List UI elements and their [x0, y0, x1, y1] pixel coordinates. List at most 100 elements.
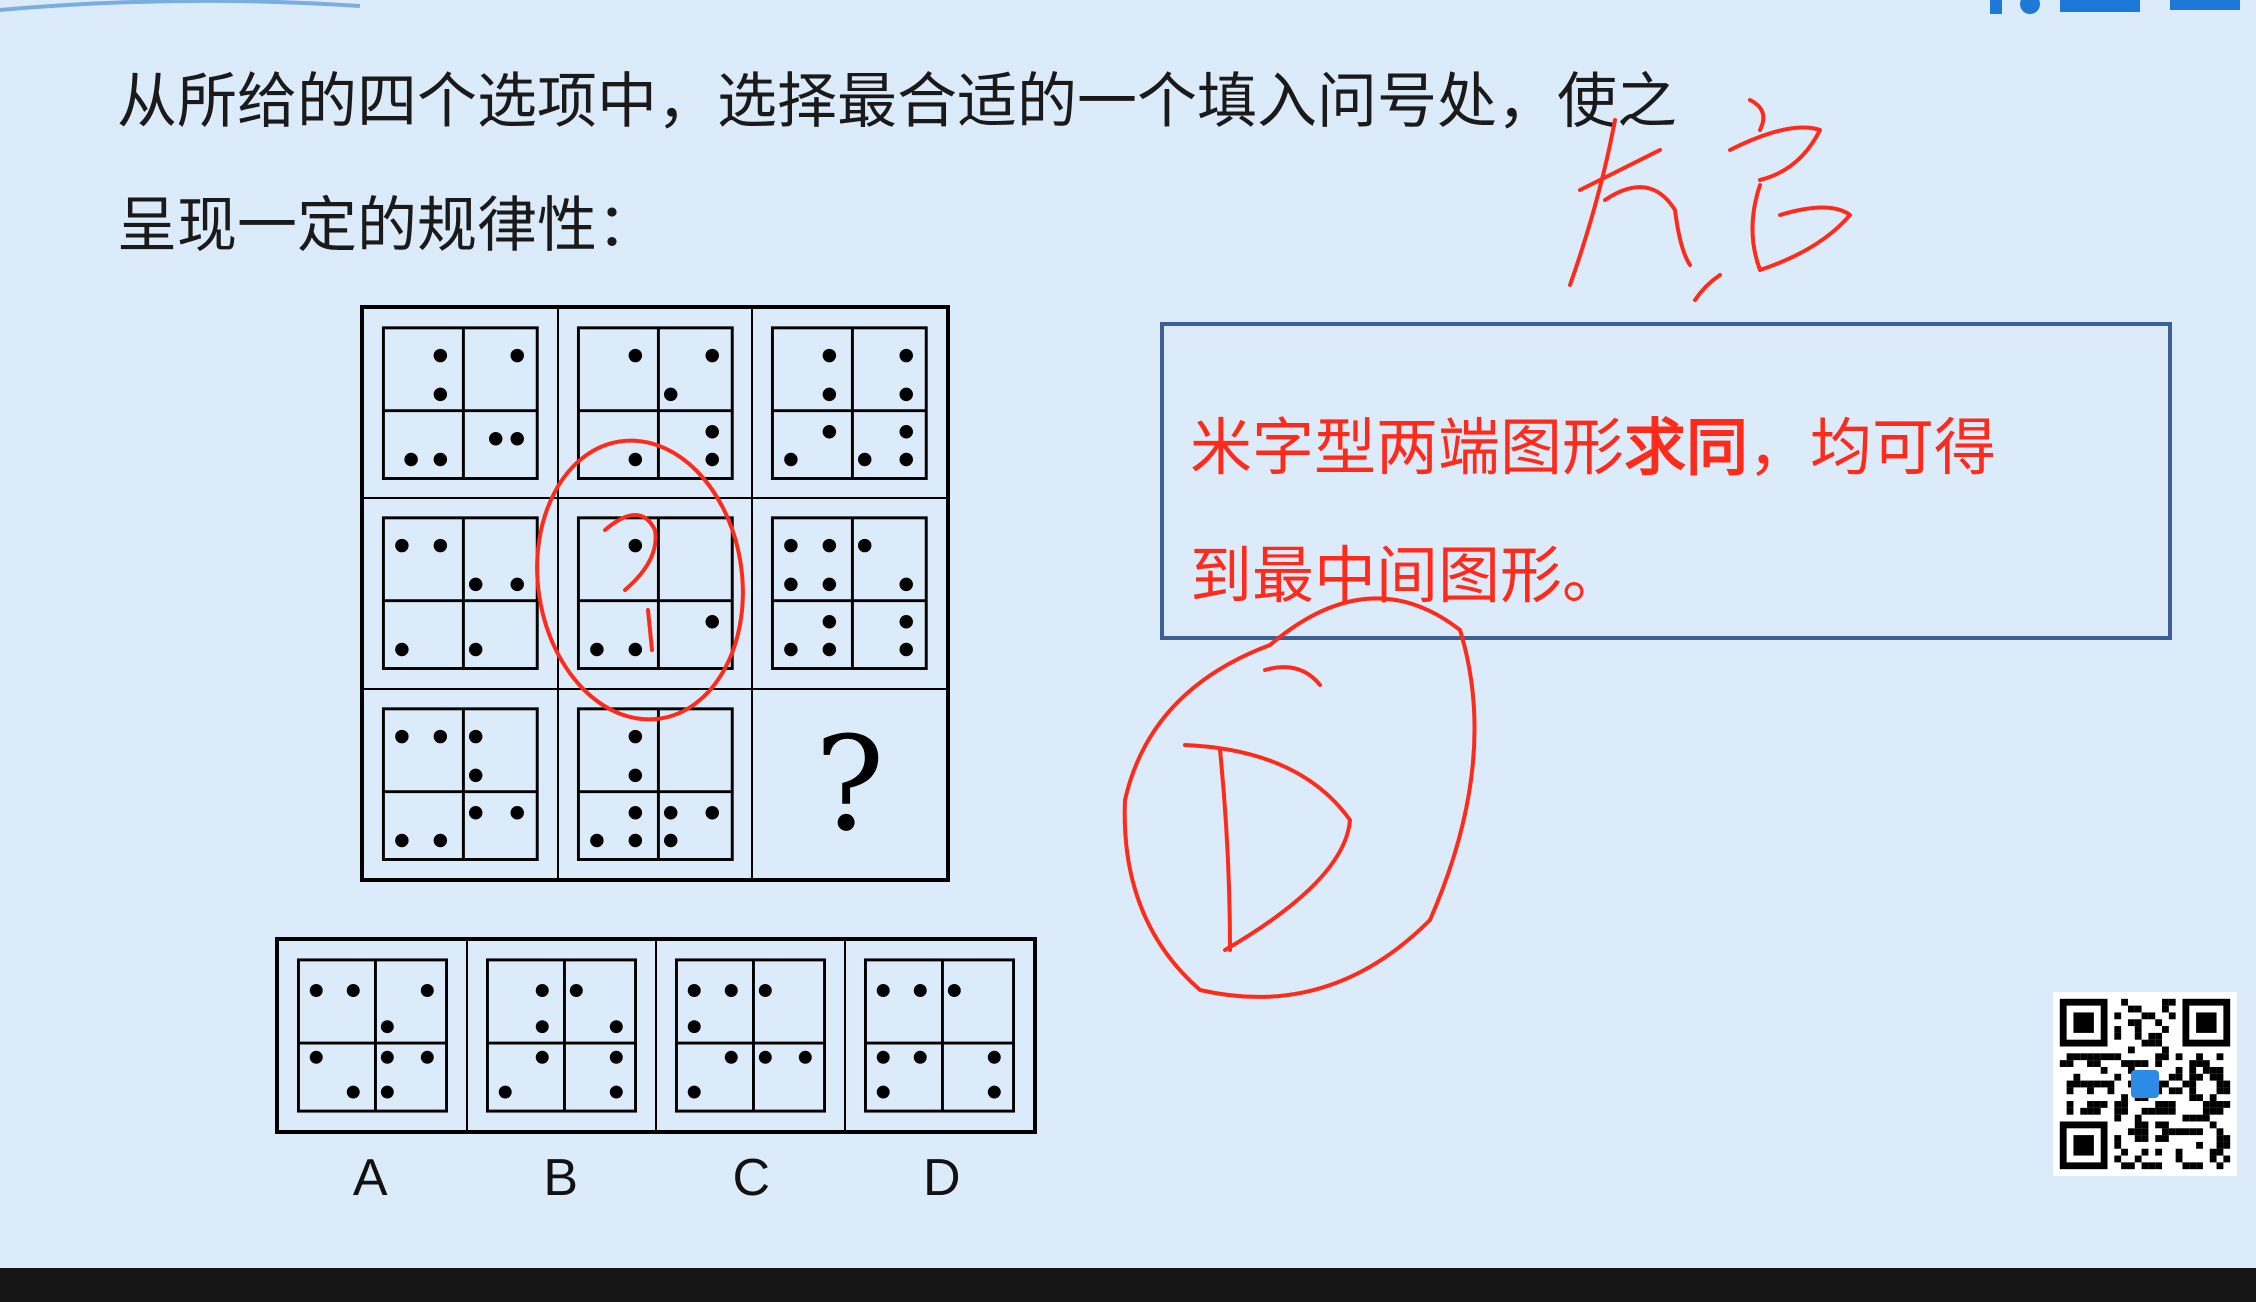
qr-module — [2175, 1128, 2183, 1136]
dot — [589, 643, 604, 657]
dot — [628, 539, 642, 553]
qr-module — [2162, 1135, 2169, 1142]
annotation-stroke-12 — [1263, 665, 1322, 687]
dot — [899, 577, 914, 592]
qr-module — [2216, 1101, 2224, 1108]
dot — [628, 643, 642, 657]
dot — [535, 1020, 549, 1034]
qr-module — [2196, 1060, 2203, 1067]
qr-module — [2209, 1148, 2217, 1156]
qr-module — [2127, 1060, 2135, 1067]
qr-module — [2202, 1101, 2210, 1108]
qr-module — [2107, 1087, 2115, 1095]
dot — [784, 577, 798, 592]
qr-module — [2134, 1026, 2142, 1033]
dot — [609, 1085, 623, 1099]
qr-module — [2114, 1141, 2122, 1149]
qr-module — [2162, 1080, 2169, 1088]
qr-module — [2141, 1060, 2149, 1067]
option-figure — [674, 958, 827, 1113]
qr-module — [2168, 1073, 2176, 1081]
qr-module — [2168, 1101, 2176, 1108]
qr-module — [2087, 1060, 2094, 1067]
cell-figure — [771, 326, 929, 480]
qr-module — [2134, 1128, 2142, 1136]
dot — [987, 1050, 1001, 1064]
qr-module — [2141, 1148, 2149, 1156]
qr-module — [2216, 1087, 2224, 1095]
option-label-a: A — [352, 1149, 388, 1207]
qr-code-icon[interactable] — [2053, 992, 2237, 1176]
qr-module — [2175, 1053, 2183, 1061]
qr-module — [2148, 1107, 2156, 1115]
qr-module — [2209, 1121, 2217, 1129]
dot — [468, 729, 483, 743]
qr-module — [2127, 1019, 2135, 1027]
qr-module — [2182, 1080, 2190, 1088]
dot — [309, 984, 323, 997]
qr-module — [2162, 1005, 2169, 1013]
qr-module — [2114, 1114, 2122, 1122]
dot — [498, 1085, 512, 1099]
qr-module — [2216, 1135, 2224, 1142]
qr-module — [2182, 1114, 2190, 1122]
qr-module — [2189, 1066, 2197, 1074]
qr-module — [2155, 1148, 2163, 1156]
dot — [876, 1085, 890, 1099]
dot — [822, 539, 837, 553]
qr-module — [2162, 1128, 2169, 1136]
dot — [510, 431, 524, 446]
dot — [395, 729, 409, 743]
qr-module — [2162, 1101, 2169, 1108]
qr-module — [2121, 1148, 2128, 1156]
question-mark: ? — [814, 707, 885, 860]
qr-module — [2216, 1066, 2224, 1074]
option-d[interactable] — [845, 940, 1034, 1131]
explanation-part-1: 米字型两端图形 — [1190, 411, 1625, 484]
qr-module — [2162, 1046, 2169, 1054]
dot — [705, 615, 719, 629]
qr-module — [2148, 1039, 2156, 1047]
qr-module — [2189, 1162, 2197, 1170]
qr-module — [2114, 1053, 2122, 1061]
option-b[interactable] — [467, 940, 656, 1131]
grid-cell-7 — [363, 688, 558, 879]
dot — [535, 1050, 549, 1064]
dot — [663, 833, 678, 847]
qr-module — [2141, 1012, 2149, 1020]
qr-module — [2093, 1053, 2101, 1061]
qr-module — [2216, 1128, 2224, 1136]
qr-module — [2087, 1053, 2094, 1061]
qr-module — [2148, 1012, 2156, 1020]
qr-module — [2216, 1107, 2224, 1115]
qr-module — [2134, 1121, 2142, 1129]
dot — [468, 643, 483, 657]
dot — [510, 805, 524, 820]
option-c[interactable] — [656, 940, 845, 1131]
grid-cell-2 — [557, 308, 753, 499]
option-label-c: C — [732, 1149, 771, 1207]
option-label-d: D — [922, 1149, 961, 1207]
dot — [380, 1085, 394, 1099]
dot — [569, 984, 583, 997]
qr-module — [2175, 1155, 2183, 1163]
qr-module — [2155, 1162, 2163, 1170]
option-a[interactable] — [278, 940, 467, 1131]
dot — [705, 425, 719, 439]
qr-module — [2134, 1114, 2142, 1122]
dot — [488, 431, 503, 446]
dot — [535, 984, 549, 997]
qr-module — [2202, 1066, 2210, 1074]
dot — [628, 452, 642, 467]
qr-module — [2175, 1066, 2183, 1074]
grid-cell-8 — [557, 688, 753, 879]
qr-module — [2223, 1087, 2231, 1095]
dot — [468, 768, 483, 782]
dot — [433, 348, 448, 363]
qr-module — [2107, 1080, 2115, 1088]
qr-module — [2196, 1073, 2203, 1081]
dot — [899, 615, 914, 629]
qr-module — [2209, 1155, 2217, 1163]
qr-module — [2168, 1087, 2176, 1095]
dot — [687, 984, 701, 997]
